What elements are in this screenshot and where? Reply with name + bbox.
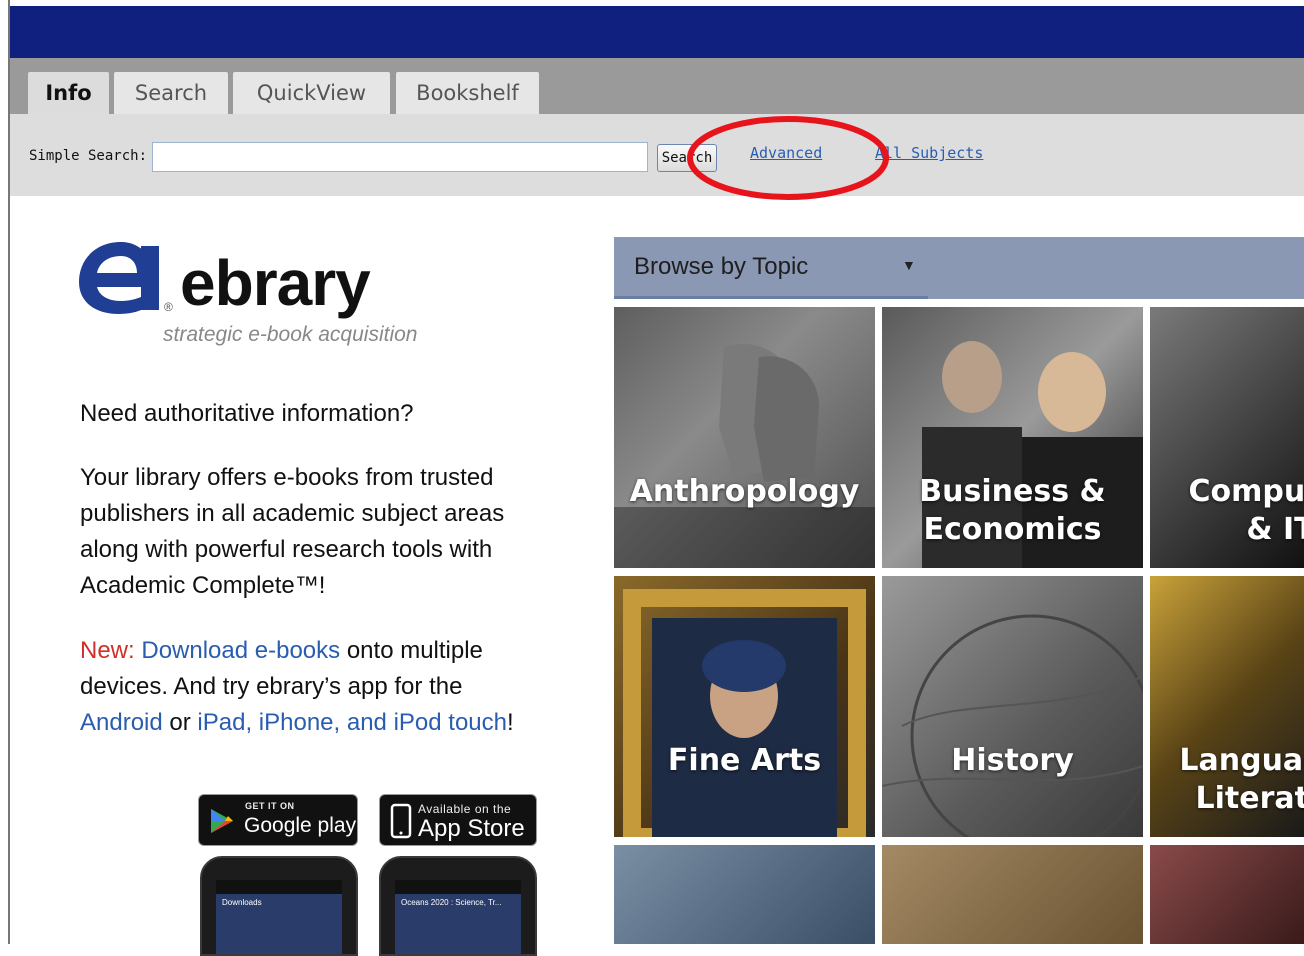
app-store-badge[interactable]: Available on the App Store [379,794,537,846]
iphone-status-bar [395,880,521,894]
ebrary-wordmark: ebrary [180,247,371,319]
tile-label: History [951,743,1074,778]
android-phone-image: Downloads [200,856,358,956]
simple-search-input[interactable] [152,142,648,172]
topic-tile-anthropology[interactable]: Anthropology [614,307,875,568]
app-store-small-text: Available on the [418,802,512,816]
tile-label: Anthropology [629,474,860,509]
google-play-big-text: Google play [244,814,357,837]
browse-by-topic-label: Browse by Topic [634,253,809,280]
renaissance-portrait-image [623,589,866,837]
tile-label: Business & Economics [919,474,1106,547]
download-ebooks-link[interactable]: Download e-books [141,637,340,664]
topic-tile-business[interactable]: Business & Economics [882,307,1143,568]
old-map-image [882,614,1143,837]
iphone-screen-text: Oceans 2020 : Science, Tr... [401,898,502,907]
google-play-icon [211,809,233,833]
tab-bookshelf[interactable]: Bookshelf [396,72,539,114]
assyrian-relief-image [614,343,875,568]
app-store-big-text: App Store [418,815,525,842]
tab-info[interactable]: Info [28,72,109,114]
tile-label: Computers & IT [1188,474,1304,547]
search-button[interactable]: Search [657,144,717,172]
tile-label: Fine Arts [667,743,822,778]
new-label: New: [80,637,135,664]
tab-search[interactable]: Search [114,72,228,114]
simple-search-label: Simple Search: [29,148,148,164]
google-play-small-text: GET IT ON [245,801,295,811]
question-heading: Need authoritative information? [80,400,414,427]
phone-outline-icon [390,803,412,839]
iphone-image: Oceans 2020 : Science, Tr... [379,856,537,956]
download-paragraph: New: Download e-books onto multiple devi… [80,633,540,741]
top-navbar [10,6,1304,58]
ebrary-logo-icon [79,242,159,314]
or-text: or [162,709,198,736]
dropdown-underline [614,296,928,299]
android-link[interactable]: Android [80,709,163,736]
topic-tile-fine-arts[interactable]: Fine Arts [614,576,875,837]
tab-bar: Info Search QuickView Bookshelf [10,58,1304,114]
registered-mark: ® [164,300,173,314]
topic-tile-computers[interactable]: Computers & IT [1150,307,1304,568]
ios-link[interactable]: iPad, iPhone, and iPod touch [197,709,507,736]
topic-tile-row3-right[interactable] [1150,845,1304,944]
topic-tile-medicine[interactable] [614,845,875,944]
search-bar: Simple Search: Search Advanced All Subje… [10,114,1304,196]
advanced-search-link[interactable]: Advanced [750,144,822,162]
end-text: ! [506,709,514,736]
android-screen-text: Downloads [222,898,262,907]
tile-label: Language & Literature [1179,743,1304,816]
topic-tile-row3-middle[interactable] [882,845,1143,944]
left-window-edge [0,0,10,944]
topic-tile-history[interactable]: History [882,576,1143,837]
android-phone-screen: Downloads [216,880,342,954]
tab-quickview[interactable]: QuickView [233,72,390,114]
google-play-badge[interactable]: GET IT ON Google play [198,794,358,846]
android-status-bar [216,880,342,894]
all-subjects-link[interactable]: All Subjects [875,144,983,162]
caret-down-icon: ▼ [902,257,916,273]
logo-tagline: strategic e-book acquisition [163,323,418,346]
iphone-screen: Oceans 2020 : Science, Tr... [395,880,521,954]
browse-by-topic-dropdown[interactable]: Browse by Topic ▼ [614,237,1304,299]
intro-paragraph: Your library offers e-books from trusted… [80,464,505,599]
topic-tile-language[interactable]: Language & Literature [1150,576,1304,837]
